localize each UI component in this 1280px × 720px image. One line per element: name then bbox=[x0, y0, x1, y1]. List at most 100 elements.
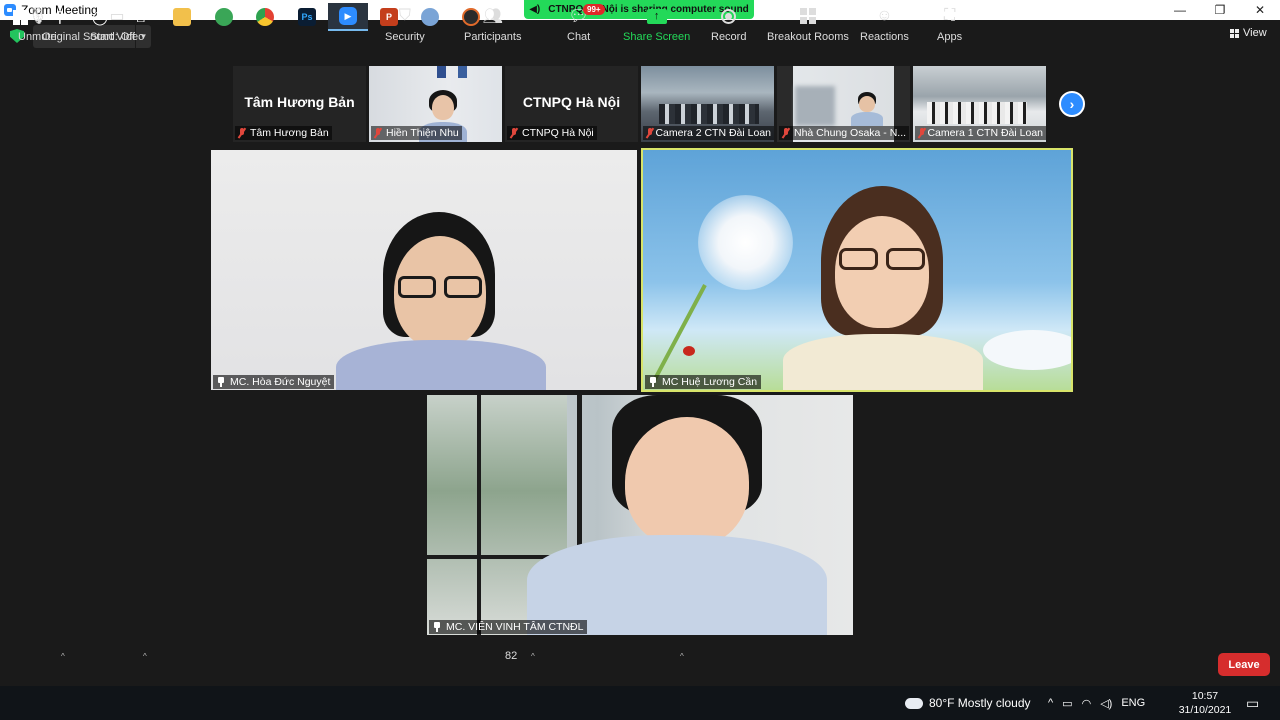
thumbnail-tile[interactable]: Camera 1 CTN Đài Loan bbox=[913, 66, 1046, 142]
mic-muted-icon bbox=[374, 128, 382, 138]
thumbnail-label: Hiền Thiện Nhu bbox=[371, 126, 462, 140]
reactions-icon: ☺ bbox=[876, 7, 893, 24]
record-icon bbox=[721, 8, 737, 24]
view-label: View bbox=[1243, 27, 1267, 39]
search-button[interactable]: ⚲ bbox=[40, 3, 80, 31]
volume-icon[interactable]: ◁) bbox=[1100, 697, 1112, 710]
chevron-right-icon: › bbox=[1069, 96, 1075, 112]
participant-video bbox=[527, 395, 827, 635]
breakout-rooms-button[interactable]: Breakout Rooms bbox=[767, 5, 849, 43]
video-options-chevron-icon[interactable]: ^ bbox=[143, 652, 147, 661]
language-indicator[interactable]: ENG bbox=[1121, 697, 1145, 709]
paint-icon bbox=[421, 8, 439, 26]
pin-icon bbox=[649, 377, 657, 387]
record-button[interactable]: Record bbox=[711, 5, 746, 43]
cortana-circle-icon: ◯ bbox=[92, 8, 108, 25]
next-page-button[interactable]: › bbox=[1059, 91, 1085, 117]
glasses bbox=[398, 276, 482, 298]
chevron-up-icon[interactable]: ^ bbox=[1048, 697, 1053, 709]
notifications-button[interactable]: ▭ bbox=[1246, 686, 1259, 720]
thumbnail-tile[interactable]: Hiền Thiện Nhu bbox=[369, 66, 502, 142]
speaker-icon: ◀) bbox=[529, 4, 541, 15]
system-tray: ^ ▭ ◠ ◁) ENG bbox=[1048, 686, 1145, 720]
thumbnail-label: CTNPQ Hà Nội bbox=[507, 126, 597, 140]
task-view-icon: ⧉ bbox=[135, 8, 145, 25]
dandelion-stem bbox=[651, 284, 707, 384]
taskbar-media[interactable] bbox=[451, 3, 491, 31]
mic-muted-icon bbox=[646, 128, 653, 138]
start-video-label: Start Video bbox=[90, 31, 145, 43]
thumbnail-tile[interactable]: Tâm Hương Bản Tâm Hương Bản bbox=[233, 66, 366, 142]
thumbnail-label-text: Camera 1 CTN Đài Loan bbox=[927, 127, 1043, 139]
cloud-image bbox=[983, 330, 1071, 370]
weather-widget[interactable]: 80°F Mostly cloudy bbox=[903, 686, 1031, 720]
thumbnail-name-display: CTNPQ Hà Nội bbox=[522, 94, 621, 110]
taskbar-app[interactable] bbox=[204, 3, 244, 31]
powerpoint-icon: P bbox=[380, 8, 398, 26]
thumbnail-label-text: Nhà Chung Osaka - N... bbox=[794, 127, 907, 139]
start-button[interactable] bbox=[0, 3, 40, 31]
blurred-person bbox=[795, 86, 835, 126]
chat-unread-badge: 99+ bbox=[583, 4, 605, 15]
thumbnail-label-text: Camera 2 CTN Đài Loan bbox=[655, 127, 771, 139]
taskbar-powerpoint[interactable]: P bbox=[369, 3, 409, 31]
tile-label-text: MC. VIÊN VINH TÂM CTNĐL bbox=[446, 621, 584, 633]
clock[interactable]: 10:57 31/10/2021 bbox=[1176, 689, 1234, 717]
participants-chevron-icon[interactable]: ^ bbox=[531, 652, 535, 661]
maximize-button[interactable]: ❐ bbox=[1200, 0, 1240, 20]
video-tile[interactable]: MC. Hòa Đức Nguyệt bbox=[211, 150, 637, 390]
windows-logo-icon bbox=[12, 9, 28, 25]
minimize-button[interactable]: — bbox=[1160, 0, 1200, 20]
close-button[interactable]: ✕ bbox=[1240, 0, 1280, 20]
thumbnail-label: Nhà Chung Osaka - N... bbox=[779, 126, 910, 140]
cortana-button[interactable]: ◯ bbox=[80, 3, 120, 31]
chrome-icon bbox=[256, 8, 274, 26]
green-app-icon bbox=[215, 8, 233, 26]
taskbar-zoom[interactable]: ▶ bbox=[328, 3, 368, 31]
thumbnail-label: Camera 1 CTN Đài Loan bbox=[915, 126, 1046, 140]
breakout-rooms-label: Breakout Rooms bbox=[767, 31, 849, 43]
zoom-icon: ▶ bbox=[339, 7, 357, 25]
audio-options-chevron-icon[interactable]: ^ bbox=[61, 652, 65, 661]
reactions-button[interactable]: ☺ Reactions bbox=[860, 5, 909, 43]
thumbnail-label-text: Hiền Thiện Nhu bbox=[386, 127, 459, 139]
tile-label-text: MC. Hòa Đức Nguyệt bbox=[230, 376, 331, 388]
thumbnail-label: Tâm Hương Bản bbox=[235, 126, 332, 140]
grid-view-icon bbox=[1230, 28, 1239, 38]
mic-muted-icon bbox=[918, 128, 925, 138]
wifi-icon[interactable]: ◠ bbox=[1082, 697, 1092, 710]
taskbar-paint[interactable] bbox=[410, 3, 450, 31]
taskbar-file-explorer[interactable] bbox=[162, 3, 202, 31]
apps-label: Apps bbox=[937, 31, 963, 43]
video-tile-active-speaker[interactable]: MC Huệ Lương Cần bbox=[641, 148, 1073, 392]
task-view-button[interactable]: ⧉ bbox=[120, 3, 160, 31]
thumbnail-tile[interactable]: Nhà Chung Osaka - N... bbox=[777, 66, 910, 142]
search-icon: ⚲ bbox=[54, 9, 66, 26]
tile-label: MC. Hòa Đức Nguyệt bbox=[213, 375, 335, 389]
camera-scene bbox=[659, 104, 759, 124]
thumbnail-tile[interactable]: CTNPQ Hà Nội CTNPQ Hà Nội bbox=[505, 66, 638, 142]
glasses bbox=[839, 248, 925, 270]
chat-label: Chat bbox=[567, 31, 591, 43]
leave-button[interactable]: Leave bbox=[1218, 653, 1270, 676]
participant-video bbox=[849, 92, 885, 126]
unmute-label: Unmute bbox=[18, 31, 57, 43]
video-tile[interactable]: MC. VIÊN VINH TÂM CTNĐL bbox=[427, 395, 853, 635]
taskbar-chrome[interactable] bbox=[245, 3, 285, 31]
view-button[interactable]: View bbox=[1230, 27, 1267, 39]
taskbar-photoshop[interactable]: Ps bbox=[287, 3, 327, 31]
clock-date: 31/10/2021 bbox=[1178, 704, 1232, 716]
pin-icon bbox=[433, 622, 441, 632]
thumbnail-label-text: Tâm Hương Bản bbox=[250, 127, 329, 139]
thumbnail-label: Camera 2 CTN Đài Loan bbox=[643, 126, 774, 140]
chat-button[interactable]: 💬︎ 99+ Chat bbox=[567, 4, 605, 43]
tile-label: MC. VIÊN VINH TÂM CTNĐL bbox=[429, 620, 588, 634]
breakout-rooms-icon bbox=[799, 8, 816, 24]
apps-button[interactable]: ⛶ Apps bbox=[937, 5, 962, 43]
tile-label-text: MC Huệ Lương Cần bbox=[662, 376, 758, 388]
security-label: Security bbox=[385, 31, 425, 43]
share-screen-button[interactable]: ↑ Share Screen bbox=[623, 5, 690, 43]
thumbnail-tile[interactable]: Camera 2 CTN Đài Loan bbox=[641, 66, 774, 142]
battery-icon[interactable]: ▭ bbox=[1062, 697, 1072, 710]
share-options-chevron-icon[interactable]: ^ bbox=[680, 652, 684, 661]
